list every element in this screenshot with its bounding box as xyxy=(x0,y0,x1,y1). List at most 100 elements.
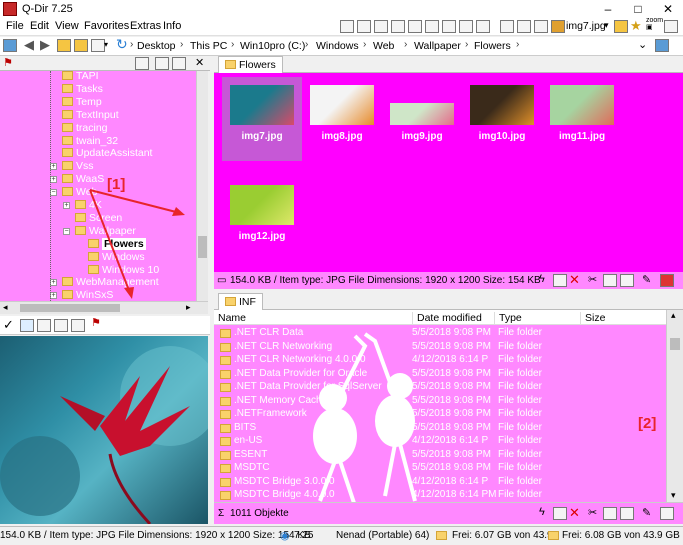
preview-pin-icon[interactable]: ⚑ xyxy=(91,316,101,329)
status-mail-icon[interactable] xyxy=(553,507,567,520)
list-item[interactable]: .NET Data Provider for Oracle 5/5/2018 9:… xyxy=(214,368,664,382)
cut-icon[interactable]: ✂ xyxy=(588,506,597,519)
menu-extras[interactable]: Extras xyxy=(130,20,161,32)
delete-icon[interactable]: ✕ xyxy=(569,272,580,288)
paste-icon[interactable] xyxy=(620,274,634,287)
favorites-folder-icon[interactable] xyxy=(614,20,628,33)
tree-item[interactable]: UpdateAssistant xyxy=(62,147,152,160)
pane-toggle-icon[interactable] xyxy=(500,20,514,33)
preview-zoom-icon[interactable] xyxy=(20,319,34,332)
preview-print-icon[interactable] xyxy=(71,319,85,332)
monitor-small-icon[interactable] xyxy=(660,507,674,520)
list-item[interactable]: ESENT 5/5/2018 9:08 PM File folder xyxy=(214,449,664,463)
addr-wallpaper[interactable]: Wallpaper xyxy=(414,40,461,52)
tree-item[interactable]: Tasks xyxy=(62,83,103,96)
layout-6-icon[interactable] xyxy=(425,20,439,33)
red-box-icon[interactable] xyxy=(660,274,674,287)
window-icon[interactable] xyxy=(664,20,678,33)
delete-icon[interactable]: ✕ xyxy=(569,505,580,521)
column-name[interactable]: Name xyxy=(218,312,246,324)
panes-icon[interactable] xyxy=(3,39,17,52)
layout-7-icon[interactable] xyxy=(442,20,456,33)
zoom-icon[interactable]: zoom ▣ xyxy=(646,17,663,31)
preview-monitor-icon[interactable] xyxy=(54,319,68,332)
menu-info[interactable]: Info xyxy=(163,20,181,32)
star-icon[interactable]: ★ xyxy=(630,18,642,34)
forward-icon[interactable]: ▶ xyxy=(40,37,50,53)
tree-close-icon[interactable]: ✕ xyxy=(195,56,204,69)
layout-icon[interactable] xyxy=(340,20,354,33)
status-action-icon[interactable]: ϟ xyxy=(539,273,545,285)
tab-flowers[interactable]: Flowers xyxy=(218,56,283,73)
thumbnail-item[interactable]: img12.jpg xyxy=(222,177,302,261)
layout-9-icon[interactable] xyxy=(476,20,490,33)
tree-filter-icon[interactable] xyxy=(172,57,186,70)
expand-icon[interactable]: + xyxy=(50,176,57,184)
pane-toggle-3-icon[interactable] xyxy=(534,20,548,33)
list-item[interactable]: MSDTC Bridge 4.0.0.0 4/12/2018 6:14 PM Fil… xyxy=(214,489,664,502)
addr-flowers[interactable]: Flowers xyxy=(474,40,511,52)
tree-item[interactable]: tracing xyxy=(62,122,108,135)
layout-2-icon[interactable] xyxy=(357,20,371,33)
tree-item[interactable]: Vss xyxy=(62,160,94,173)
minimize-button[interactable]: – xyxy=(593,0,623,18)
tree-item[interactable]: Temp xyxy=(62,96,102,109)
list-item[interactable]: BITS 5/5/2018 9:08 PM File folder xyxy=(214,422,664,436)
menu-view[interactable]: View xyxy=(55,20,79,32)
view-dropdown-icon[interactable]: ▾ xyxy=(104,40,108,49)
copy-icon[interactable] xyxy=(603,274,617,287)
monitor-icon[interactable] xyxy=(655,39,669,52)
expand-icon[interactable]: + xyxy=(50,279,57,287)
list-item[interactable]: .NET Memory Cache 4.0 5/5/2018 9:08 PM Fil… xyxy=(214,395,664,409)
list-scroll-thumb[interactable] xyxy=(670,338,680,350)
column-size[interactable]: Size xyxy=(580,312,605,324)
scroll-down-icon[interactable]: ▾ xyxy=(671,490,676,501)
tree-item[interactable]: twain_32 xyxy=(62,135,118,148)
list-item[interactable]: MSDTC 5/5/2018 9:08 PM File folder xyxy=(214,462,664,476)
tree-grid-icon[interactable] xyxy=(135,57,149,70)
tab-inf[interactable]: INF xyxy=(218,293,263,310)
menu-favorites[interactable]: Favorites xyxy=(84,20,129,32)
thumbnail-view[interactable]: img7.jpg img8.jpg img9.jpg img10.jpg img11.j… xyxy=(214,73,683,272)
preview-doc-icon[interactable] xyxy=(37,319,51,332)
pane-toggle-2-icon[interactable] xyxy=(517,20,531,33)
addr-web[interactable]: Web xyxy=(373,40,394,52)
address-dropdown-icon[interactable]: ⌄ xyxy=(638,38,647,51)
paste-icon[interactable] xyxy=(620,507,634,520)
status-mail-icon[interactable] xyxy=(553,274,567,287)
maximize-button[interactable]: □ xyxy=(623,0,653,18)
layout-5-icon[interactable] xyxy=(408,20,422,33)
up-folder-icon[interactable] xyxy=(57,39,71,52)
back-icon[interactable]: ◀ xyxy=(24,37,34,53)
list-item[interactable]: .NET CLR Data 5/5/2018 9:08 PM File folder xyxy=(214,327,664,341)
copy-icon[interactable] xyxy=(603,507,617,520)
addr-this-pc[interactable]: This PC xyxy=(190,40,227,52)
thumbnail-item[interactable]: img8.jpg xyxy=(302,77,382,161)
list-item[interactable]: en-US 4/12/2018 6:14 P File folder xyxy=(214,435,664,449)
tree-pin-icon[interactable]: ⚑ xyxy=(3,56,13,69)
refresh-icon[interactable]: ↻ xyxy=(116,36,128,53)
tree-item[interactable]: TAPI xyxy=(62,71,99,83)
layout-8-icon[interactable] xyxy=(459,20,473,33)
addr-windows[interactable]: Windows xyxy=(316,40,359,52)
tree-doc-icon[interactable] xyxy=(155,57,169,70)
addr-drive[interactable]: Win10pro (C:) xyxy=(240,40,305,52)
column-date-modified[interactable]: Date modified xyxy=(412,312,482,324)
thumbnail-item[interactable]: img11.jpg xyxy=(542,77,622,161)
list-item[interactable]: MSDTC Bridge 3.0.0.0 4/12/2018 6:14 P File… xyxy=(214,476,664,490)
thumbnail-item[interactable]: img9.jpg xyxy=(382,77,462,161)
expand-icon[interactable]: + xyxy=(50,163,57,171)
thumbnail-item[interactable]: img7.jpg xyxy=(222,77,302,161)
column-type[interactable]: Type xyxy=(494,312,522,324)
layout-3-icon[interactable] xyxy=(374,20,388,33)
file-list[interactable]: .NET CLR Data 5/5/2018 9:08 PM File folder… xyxy=(214,325,666,502)
thumbnail-item[interactable]: img10.jpg xyxy=(462,77,542,161)
layout-4-icon[interactable] xyxy=(391,20,405,33)
dropdown-arrow-icon[interactable]: ▾ xyxy=(604,20,609,31)
checkmark-icon[interactable]: ✓ xyxy=(3,317,14,333)
properties-icon[interactable]: ✎ xyxy=(642,506,651,519)
tree-hscroll-thumb[interactable] xyxy=(20,304,120,312)
expand-icon[interactable]: + xyxy=(50,292,57,300)
new-folder-icon[interactable] xyxy=(74,39,88,52)
addr-desktop[interactable]: Desktop xyxy=(137,40,176,52)
